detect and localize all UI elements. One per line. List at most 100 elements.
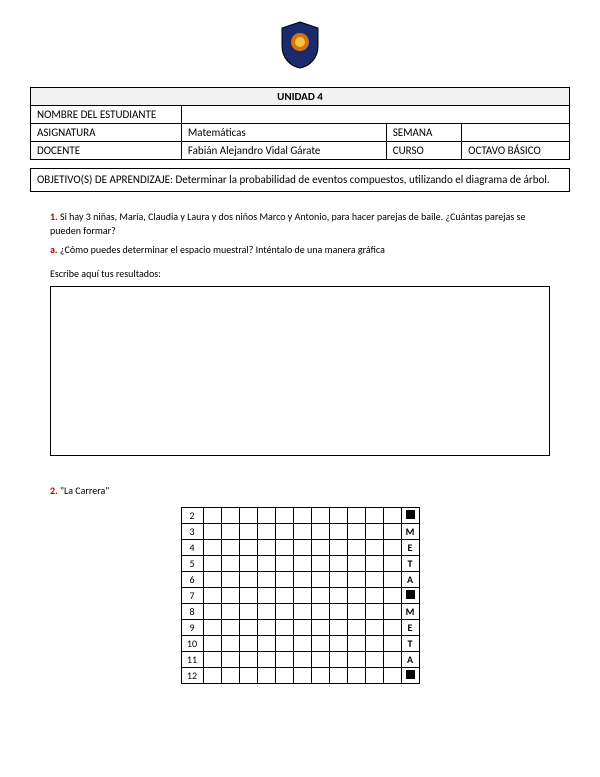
grid-cell <box>329 668 347 684</box>
grid-cell <box>221 588 239 604</box>
grid-cell <box>347 652 365 668</box>
write-here-label: Escribe aquí tus resultados: <box>50 267 550 280</box>
grid-cell <box>365 508 383 524</box>
grid-cell <box>239 508 257 524</box>
grid-meta-cell <box>401 668 419 684</box>
grid-cell <box>383 508 401 524</box>
black-square-icon <box>406 510 415 519</box>
question-1: 1. Si hay 3 niñas, María, Claudia y Laur… <box>50 210 550 237</box>
grid-cell <box>311 508 329 524</box>
q2-number: 2. <box>50 484 58 497</box>
label-week: SEMANA <box>386 124 461 142</box>
grid-cell <box>383 540 401 556</box>
grid-cell <box>239 636 257 652</box>
grid-meta-cell: A <box>401 572 419 588</box>
grid-cell <box>221 524 239 540</box>
value-subject: Matemáticas <box>181 124 386 142</box>
grid-cell <box>329 588 347 604</box>
grid-cell <box>329 572 347 588</box>
grid-cell <box>293 636 311 652</box>
grid-cell <box>347 540 365 556</box>
grid-cell <box>257 540 275 556</box>
grid-cell <box>311 540 329 556</box>
grid-meta-cell: A <box>401 652 419 668</box>
school-logo <box>30 20 570 75</box>
grid-cell <box>365 636 383 652</box>
label-teacher: DOCENTE <box>31 142 182 160</box>
value-course: OCTAVO BÁSICO <box>462 142 570 160</box>
grid-cell <box>311 668 329 684</box>
grid-cell <box>221 636 239 652</box>
grid-cell <box>311 604 329 620</box>
grid-cell <box>311 620 329 636</box>
grid-cell <box>347 524 365 540</box>
black-square-icon <box>406 590 415 599</box>
grid-cell <box>329 556 347 572</box>
grid-cell <box>293 556 311 572</box>
grid-meta-cell: M <box>401 524 419 540</box>
grid-cell <box>329 652 347 668</box>
grid-cell <box>239 652 257 668</box>
grid-meta-cell: T <box>401 636 419 652</box>
grid-meta-cell: E <box>401 540 419 556</box>
black-square-icon <box>406 670 415 679</box>
grid-cell <box>347 556 365 572</box>
grid-cell <box>383 620 401 636</box>
grid-cell <box>221 508 239 524</box>
grid-cell <box>275 668 293 684</box>
grid-cell <box>275 652 293 668</box>
value-teacher: Fabián Alejandro Vidal Gárate <box>181 142 386 160</box>
label-student: NOMBRE DEL ESTUDIANTE <box>31 106 182 124</box>
grid-cell <box>221 604 239 620</box>
answer-box <box>50 286 550 456</box>
question-1a: a. ¿Cómo puedes determinar el espacio mu… <box>50 243 550 257</box>
grid-cell <box>203 588 221 604</box>
grid-row-number: 2 <box>181 508 203 524</box>
grid-cell <box>221 540 239 556</box>
grid-cell <box>293 540 311 556</box>
grid-cell <box>347 636 365 652</box>
grid-cell <box>365 620 383 636</box>
grid-cell <box>239 620 257 636</box>
grid-cell <box>293 620 311 636</box>
grid-cell <box>311 572 329 588</box>
grid-cell <box>383 524 401 540</box>
label-course: CURSO <box>386 142 461 160</box>
grid-cell <box>239 572 257 588</box>
grid-cell <box>383 556 401 572</box>
grid-cell <box>365 588 383 604</box>
grid-row-number: 6 <box>181 572 203 588</box>
label-subject: ASIGNATURA <box>31 124 182 142</box>
q1a-number: a. <box>50 243 58 256</box>
grid-cell <box>347 572 365 588</box>
grid-cell <box>329 636 347 652</box>
grid-cell <box>275 556 293 572</box>
grid-cell <box>239 540 257 556</box>
grid-cell <box>347 604 365 620</box>
grid-cell <box>239 556 257 572</box>
grid-cell <box>365 668 383 684</box>
grid-cell <box>203 540 221 556</box>
grid-cell <box>203 668 221 684</box>
unit-title: UNIDAD 4 <box>31 88 570 106</box>
grid-row-number: 3 <box>181 524 203 540</box>
grid-cell <box>383 588 401 604</box>
grid-cell <box>293 572 311 588</box>
grid-cell <box>239 588 257 604</box>
grid-cell <box>329 524 347 540</box>
grid-cell <box>257 572 275 588</box>
grid-row-number: 11 <box>181 652 203 668</box>
grid-row-number: 9 <box>181 620 203 636</box>
value-student <box>181 106 569 124</box>
grid-cell <box>203 620 221 636</box>
objective-box: OBJETIVO(S) DE APRENDIZAJE: Determinar l… <box>30 168 570 192</box>
q1-text: Si hay 3 niñas, María, Claudia y Laura y… <box>50 210 525 237</box>
grid-cell <box>203 572 221 588</box>
grid-cell <box>203 604 221 620</box>
grid-cell <box>293 668 311 684</box>
grid-cell <box>275 540 293 556</box>
grid-cell <box>383 636 401 652</box>
grid-cell <box>257 524 275 540</box>
grid-cell <box>347 588 365 604</box>
grid-meta-cell <box>401 508 419 524</box>
